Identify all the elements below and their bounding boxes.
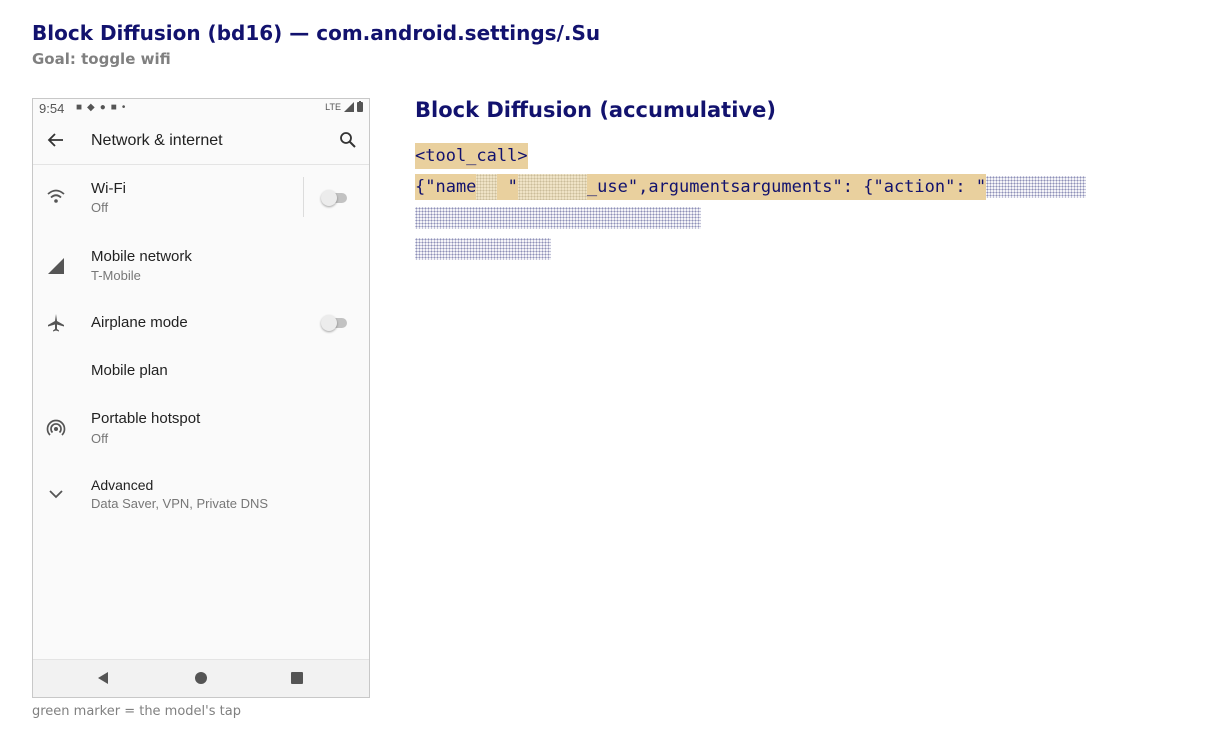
token-masked [415,206,701,229]
sd-card-icon: ■ [110,102,117,113]
setting-portable-hotspot[interactable]: Portable hotspot Off [33,409,369,451]
battery-icon [357,101,363,112]
wifi-toggle[interactable] [321,190,347,206]
dot-icon: • [121,102,126,113]
navigation-bar [33,659,369,697]
setting-label: Portable hotspot [91,410,201,427]
chevron-down-icon [49,490,63,499]
setting-label: Advanced [91,477,154,493]
setting-subtitle: Data Saver, VPN, Private DNS [91,496,269,511]
diffusion-output: <tool_call> {"name " _use",argumentsargum… [415,140,1087,264]
network-type: LTE [325,101,341,112]
setting-mobile-plan[interactable]: Mobile plan [33,361,369,385]
setting-label: Mobile network [91,248,192,265]
token-masked [415,237,551,260]
goal-text: Goal: toggle wifi [32,50,171,68]
airplane-toggle[interactable] [321,315,347,331]
setting-label: Wi-Fi [91,180,126,197]
hotspot-icon [46,419,66,436]
divider [303,177,304,217]
home-icon[interactable] [193,670,209,686]
page-title: Block Diffusion (bd16) — com.android.set… [32,21,601,45]
recents-icon[interactable] [289,670,305,686]
token-filled: " [497,173,518,200]
token-line [415,202,1086,233]
cell-signal-icon [344,101,354,112]
token-line [415,233,1086,264]
diffusion-title: Block Diffusion (accumulative) [415,98,776,122]
setting-subtitle: Off [91,200,109,215]
status-bar: 9:54 ■ ◆ ● ■ • LTE [33,99,369,119]
search-icon[interactable] [339,131,357,149]
notification-icon: ■ [76,102,83,113]
status-time: 9:54 [39,101,65,116]
app-bar: Network & internet [33,119,369,165]
token-line: {"name " _use",argumentsarguments": {"act… [415,171,1087,202]
app-bar-title: Network & internet [91,132,223,149]
setting-label: Airplane mode [91,314,188,331]
token-line: <tool_call> [415,140,1086,171]
phone-screenshot: 9:54 ■ ◆ ● ■ • LTE Network & internet Wi… [32,98,370,698]
setting-airplane-mode[interactable]: Airplane mode [33,311,369,337]
back-icon[interactable] [95,670,111,686]
airplane-icon [48,314,64,332]
token-masked [986,175,1087,198]
setting-subtitle: Off [91,431,109,446]
shield-icon: ◆ [87,102,95,113]
token-masked [517,173,587,200]
notification-icons: ■ ◆ ● ■ • [76,102,125,113]
token-filled: _use",argumentsarguments": {"action": " [586,173,987,200]
notification-icon: ● [99,102,106,113]
setting-wifi[interactable]: Wi-Fi Off [33,177,369,219]
setting-mobile-network[interactable]: Mobile network T-Mobile [33,245,369,287]
token-filled: <tool_call> [415,142,528,169]
status-right: LTE [325,101,363,112]
setting-label: Mobile plan [91,362,168,379]
caption: green marker = the model's tap [32,704,241,719]
back-arrow-icon[interactable] [47,131,65,149]
signal-icon [48,258,64,274]
wifi-icon [47,189,65,203]
setting-advanced[interactable]: Advanced Data Saver, VPN, Private DNS [33,475,369,517]
token-filled: {"name [415,173,477,200]
setting-subtitle: T-Mobile [91,268,141,283]
token-masked [476,173,498,200]
